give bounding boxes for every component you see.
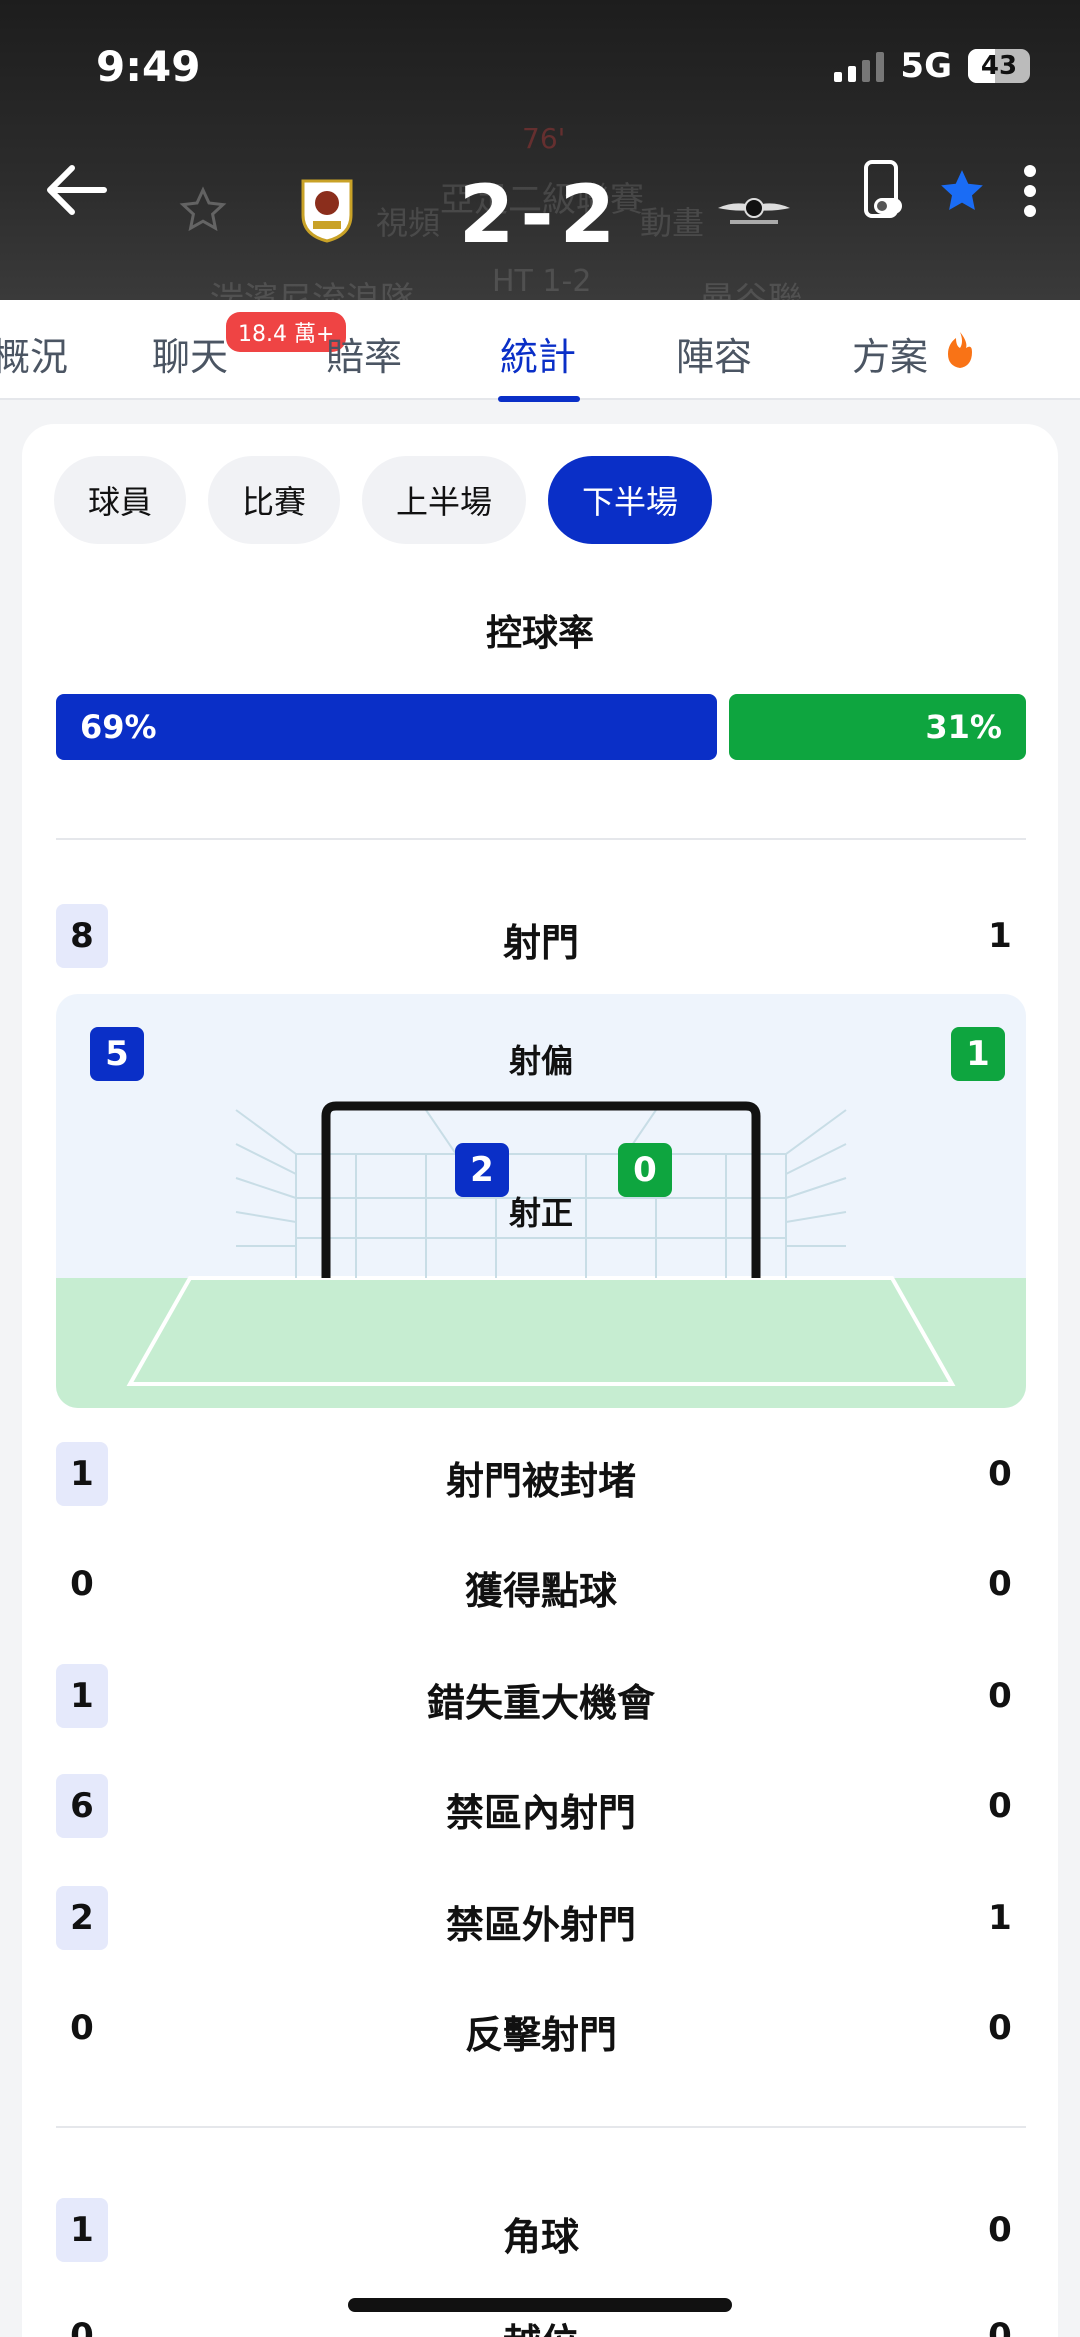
status-time: 9:49 (96, 42, 201, 91)
off-target-away: 1 (951, 1027, 1005, 1081)
possession-title: 控球率 (485, 613, 594, 654)
fire-icon (948, 332, 972, 368)
section-divider (56, 838, 1026, 840)
battery-icon: 43 (968, 49, 1030, 83)
home-indicator[interactable] (348, 2298, 732, 2312)
tab-bar: 概況 聊天 18.4 萬+ 賠率 統計 陣容 方案 (0, 300, 1080, 402)
tab-active-indicator (498, 396, 580, 402)
stat-away-value: 0 (988, 2210, 1012, 2250)
header-actions (860, 160, 1040, 222)
off-target-label: 射偏 (508, 1042, 573, 1080)
stat-row: 1 錯失重大機會 0 (56, 1664, 1026, 1728)
status-bar-right: 5G 43 (834, 46, 1030, 86)
stat-label: 錯失重大機會 (426, 1681, 655, 1725)
more-vertical-icon[interactable] (1020, 163, 1040, 219)
stat-label: 禁區內射門 (445, 1791, 636, 1835)
stat-row: 2 禁區外射門 1 (56, 1886, 1026, 1950)
possession-away: 31% (729, 694, 1026, 760)
stat-label: 角球 (502, 2215, 579, 2259)
possession-bar: 69% 31% (56, 694, 1026, 760)
shots-away: 1 (988, 916, 1012, 956)
stat-away-value: 0 (988, 2008, 1012, 2048)
stat-row: 0 反擊射門 0 (56, 1996, 1026, 2060)
favorite-star-icon[interactable] (936, 166, 988, 216)
match-minute: 76' (522, 122, 566, 155)
on-target-label: 射正 (508, 1194, 573, 1232)
stat-label: 越位 (56, 2312, 1026, 2337)
tab-tips[interactable]: 方案 (852, 326, 928, 381)
filter-second-half[interactable]: 下半場 (548, 456, 713, 544)
stat-away-value: 1 (988, 1898, 1012, 1938)
stat-label: 反擊射門 (464, 2013, 617, 2057)
away-team-logo (714, 175, 794, 245)
shots-label: 射門 (502, 921, 579, 965)
stat-away-value: 0 (988, 1786, 1012, 1826)
filter-players[interactable]: 球員 (54, 456, 187, 544)
tab-overview[interactable]: 概況 (0, 326, 68, 381)
home-team-name: 湍濱尼流浪隊 (210, 280, 414, 300)
stat-label: 禁區外射門 (445, 1903, 636, 1947)
shots-row: 8 射門 1 (56, 904, 1026, 968)
stat-row: 0 獲得點球 0 (56, 1552, 1026, 1616)
stat-row: 1 角球 0 (56, 2198, 1026, 2262)
halftime-score: HT 1-2 (492, 264, 592, 299)
stat-label: 射門被封堵 (445, 1459, 636, 1503)
stat-away-value: 0 (988, 2316, 1012, 2337)
away-team-name: 曼谷聯 (700, 280, 802, 300)
stat-away-value: 0 (988, 1564, 1012, 1604)
possession-home: 69% (56, 694, 718, 760)
stat-label: 獲得點球 (464, 1569, 617, 1613)
tab-lineup[interactable]: 陣容 (676, 326, 752, 381)
stat-row: 1 射門被封堵 0 (56, 1442, 1026, 1506)
stats-card: 球員 比賽 上半場 下半場 控球率 69% 31% 8 射門 1 5 射偏 1 … (22, 424, 1058, 2337)
tab-odds[interactable]: 賠率 (326, 326, 402, 381)
period-filter: 球員 比賽 上半場 下半場 (54, 456, 713, 544)
section-divider (56, 2126, 1026, 2128)
filter-match[interactable]: 比賽 (208, 456, 341, 544)
signal-icon (834, 50, 885, 82)
tab-stats[interactable]: 統計 (500, 326, 576, 381)
network-label: 5G (900, 46, 952, 86)
shot-map: 5 射偏 1 2 0 射正 (56, 994, 1026, 1408)
tab-chat[interactable]: 聊天 (152, 326, 228, 381)
stat-away-value: 0 (988, 1454, 1012, 1494)
filter-first-half[interactable]: 上半場 (362, 456, 527, 544)
stat-row: 6 禁區內射門 0 (56, 1774, 1026, 1838)
phone-toggle-icon[interactable] (860, 160, 904, 222)
stat-away-value: 0 (988, 1676, 1012, 1716)
match-header: 9:49 5G 43 76' 亞足二級聯賽 視頻 動畫 湍濱尼流浪隊 HT 1-… (0, 0, 1080, 300)
